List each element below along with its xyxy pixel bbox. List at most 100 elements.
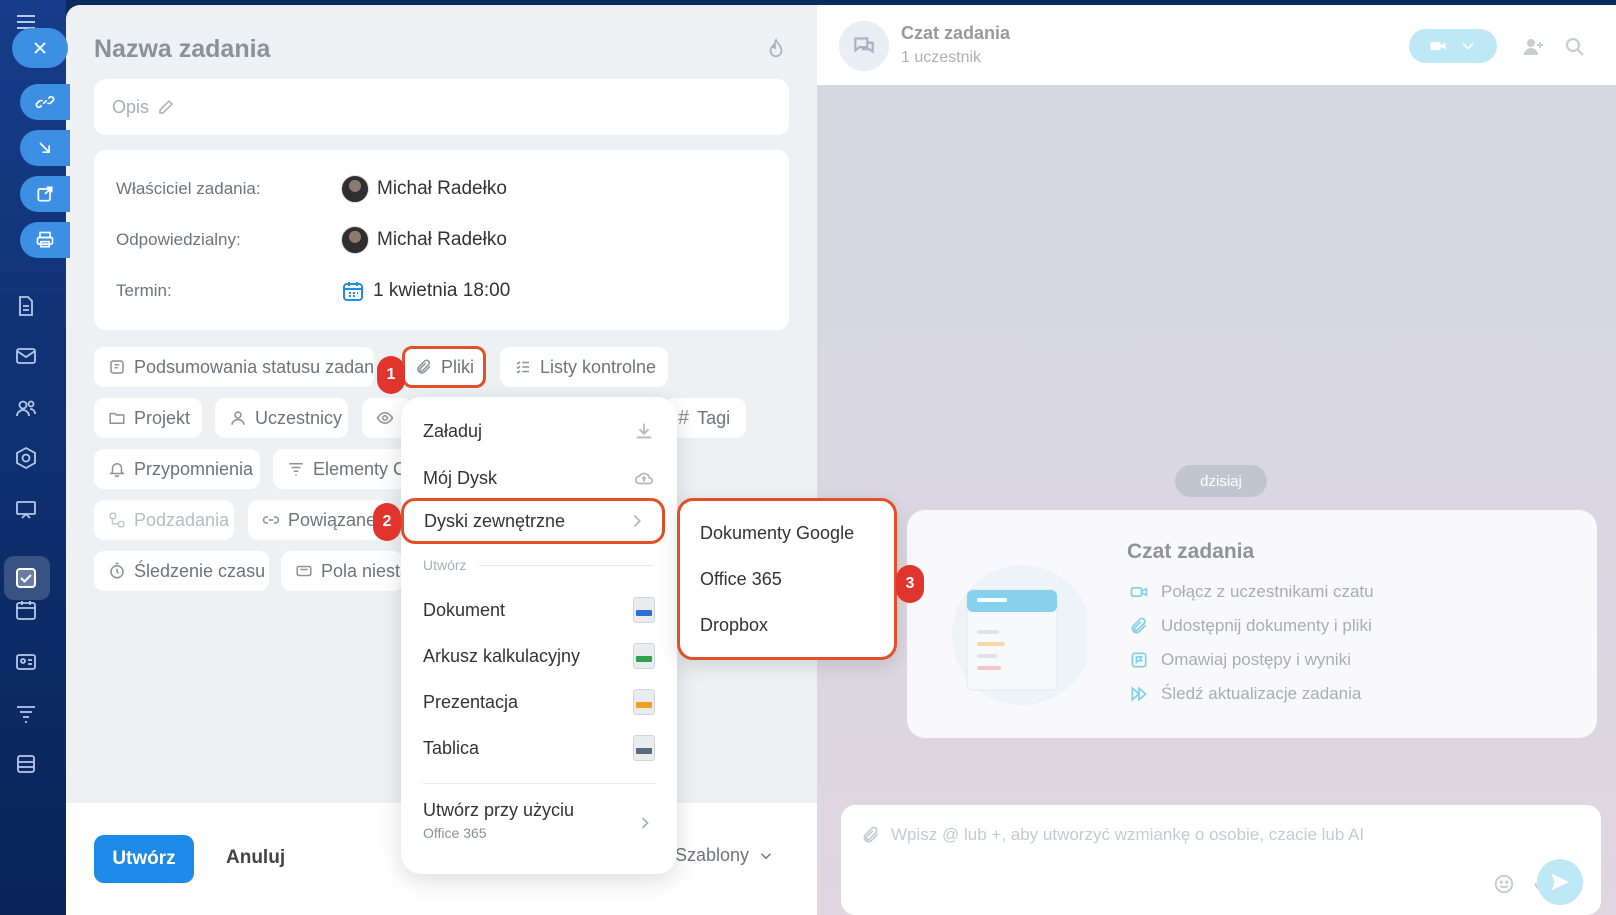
chevron-down-icon [1462,42,1474,50]
description-field[interactable]: Opis [94,79,789,135]
menu-item-upload[interactable]: Załaduj [423,413,655,449]
stopwatch-icon [110,562,124,579]
menu-item-presentation[interactable]: Prezentacja [423,684,655,720]
card-feature-item: Połącz z uczestnikami czatu [1129,582,1374,602]
custom-fields-chip[interactable]: Pola niestandardowe [281,551,403,591]
link-icon [262,516,280,524]
cancel-button[interactable]: Anuluj [226,847,285,869]
search-icon[interactable] [1563,35,1587,59]
menu-item-label: Załaduj [423,420,483,441]
close-icon [34,42,46,54]
xlsx-file-icon [633,643,655,669]
paperclip-icon[interactable] [861,825,881,845]
owner-value[interactable]: Michał Radełko [341,175,507,203]
menu-item-spreadsheet[interactable]: Arkusz kalkulacyjny [423,638,655,674]
mail-icon[interactable] [14,344,38,368]
related-tasks-chip[interactable]: Powiązane zadania [248,500,390,540]
templates-dropdown[interactable]: Szablony [675,845,775,866]
owner-name: Michał Radełko [377,178,507,199]
chip-label: Listy kontrolne [540,356,657,377]
menu-item-my-drive[interactable]: Mój Dysk [423,460,655,496]
step-badge-2: 2 [373,503,401,541]
card-feature-item: Śledź aktualizacje zadania [1129,684,1361,704]
participants-chip[interactable]: Uczestnicy [215,398,348,438]
avatar [341,226,369,254]
chevron-down-icon [760,852,772,859]
board-file-icon [633,735,655,761]
card-feature-text: Omawiaj postępy i wyniki [1161,650,1351,669]
video-camera-icon [1430,41,1446,51]
send-button[interactable] [1537,859,1583,905]
minimize-button[interactable] [20,130,70,166]
menu-item-create-using[interactable]: Utwórz przy użyciu Office 365 [423,800,574,841]
hexagon-icon[interactable] [14,446,38,470]
open-new-window-button[interactable] [20,176,70,212]
task-people-box: Właściciel zadania: Michał Radełko Odpow… [94,150,789,330]
chat-participants-count[interactable]: 1 uczestnik [901,49,981,67]
chat-avatar [839,21,889,71]
reminders-chip[interactable]: Przypomnienia [94,449,260,489]
menu-item-label: Arkusz kalkulacyjny [423,645,581,666]
deadline-value[interactable]: 1 kwietnia 18:00 [341,279,510,303]
submenu-item-office365[interactable]: Office 365 [700,569,782,590]
tasks-icon[interactable] [14,566,38,590]
bell-icon [109,463,125,478]
deadline-text: 1 kwietnia 18:00 [373,280,511,301]
menu-item-label: Dyski zewnętrzne [424,510,566,531]
archive-icon[interactable] [14,752,38,776]
checklists-chip[interactable]: Listy kontrolne [500,347,668,387]
link-icon [35,95,55,109]
menu-item-external-drives[interactable]: Dyski zewnętrzne [401,498,665,544]
chat-intro-card: Czat zadania Połącz z uczestnikami czatu… [907,510,1597,738]
divider [478,564,653,566]
status-summary-chip[interactable]: Podsumowania statusu zadania [94,347,374,387]
templates-label: Szablony [674,845,749,865]
project-chip[interactable]: Projekt [94,398,202,438]
date-separator: dzisiaj [1175,465,1267,497]
owner-row: Właściciel zadania: Michał Radełko [116,174,507,204]
video-call-button[interactable] [1409,29,1497,63]
menu-item-board[interactable]: Tablica [423,730,655,766]
responsible-value[interactable]: Michał Radełko [341,226,507,254]
eye-icon [376,411,394,425]
hash-icon: # [678,406,690,429]
avatar [341,175,369,203]
chip-label: Uczestnicy [255,407,343,428]
message-placeholder: Wpisz @ lub +, aby utworzyć wzmiankę o o… [891,825,1365,844]
chip-label: Podzadania [134,509,230,530]
copy-link-button[interactable] [20,84,70,120]
chat-bubbles-icon [854,37,874,54]
create-button[interactable]: Utwórz [94,835,194,883]
subtasks-chip[interactable]: Podzadania [94,500,234,540]
owner-label: Właściciel zadania: [116,179,261,198]
chip-label: Podsumowania statusu zadania [134,356,374,377]
step-badge-3: 3 [896,565,924,603]
deadline-row: Termin: 1 kwietnia 18:00 [116,276,510,306]
filter-icon[interactable] [14,702,38,726]
submenu-item-google-docs[interactable]: Dokumenty Google [700,523,854,544]
card-feature-item: Omawiaj postępy i wyniki [1129,650,1351,670]
print-button[interactable] [20,222,70,258]
time-tracking-chip[interactable]: Śledzenie czasu [94,551,269,591]
task-title-input[interactable]: Nazwa zadania [94,35,270,64]
board-icon[interactable] [14,498,38,522]
chat-header: Czat zadania 1 uczestnik [817,5,1616,85]
add-user-icon[interactable] [1522,35,1546,59]
message-input[interactable]: Wpisz @ lub +, aby utworzyć wzmiankę o o… [841,805,1601,915]
deadline-label: Termin: [116,281,172,300]
emoji-icon[interactable] [1493,873,1515,895]
responsible-name: Michał Radełko [377,229,507,250]
menu-item-document[interactable]: Dokument [423,592,655,628]
calendar-icon[interactable] [14,598,38,622]
chip-label: Elementy CRM [313,458,413,479]
chip-label: Pola niestandardowe [321,560,403,581]
users-icon[interactable] [14,396,38,420]
close-slider-button[interactable] [12,28,68,68]
document-icon[interactable] [14,294,38,318]
crm-elements-chip[interactable]: Elementy CRM [273,449,413,489]
submenu-item-dropbox[interactable]: Dropbox [700,615,768,636]
files-chip[interactable]: Pliki [402,346,486,388]
contact-card-icon[interactable] [14,650,38,674]
paperclip-icon [417,359,431,374]
flame-icon[interactable] [765,37,787,61]
